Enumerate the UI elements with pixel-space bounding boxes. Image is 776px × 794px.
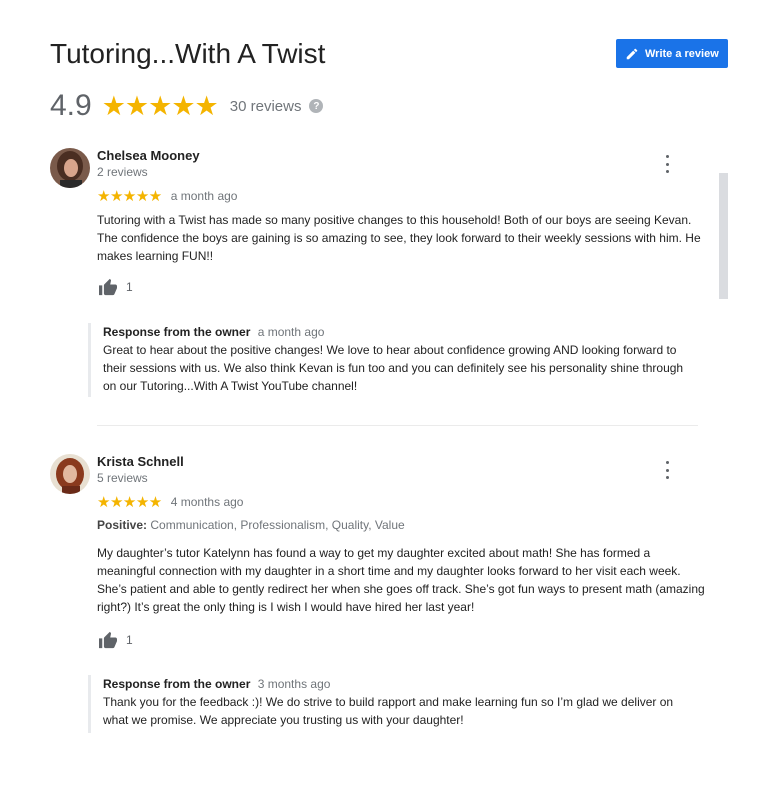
owner-response-date: a month ago — [257, 325, 325, 339]
review-text: Tutoring with a Twist has made so many p… — [97, 213, 701, 263]
reviewer-review-count: 2 reviews — [97, 165, 148, 179]
positive-attributes: Positive: Communication, Professionalism… — [97, 518, 405, 532]
review-stars: ★★★★★ — [97, 188, 162, 205]
avatar[interactable] — [50, 454, 90, 494]
more-options-icon[interactable] — [662, 461, 672, 479]
owner-response: Response from the owner a month ago Grea… — [88, 323, 688, 397]
review-text: My daughter’s tutor Katelynn has found a… — [97, 546, 705, 614]
rating-stars: ★★★★★ — [101, 91, 219, 121]
like-button[interactable]: 1 — [97, 278, 133, 296]
owner-response-text: Thank you for the feedback :)! We do str… — [103, 695, 674, 727]
avatar[interactable] — [50, 148, 90, 188]
review-date: 4 months ago — [170, 495, 244, 509]
business-title: Tutoring...With A Twist — [50, 38, 326, 69]
scrollbar-thumb[interactable] — [719, 173, 728, 299]
rating-summary: 4.9 ★★★★★ 30 reviews ? — [50, 86, 324, 126]
like-count: 1 — [126, 280, 133, 294]
owner-response-title: Response from the owner — [103, 677, 251, 691]
thumbs-up-icon — [99, 278, 117, 296]
reviewer-name[interactable]: Chelsea Mooney — [97, 148, 200, 163]
pencil-icon — [626, 48, 638, 59]
reviewer-review-count: 5 reviews — [97, 471, 148, 485]
review-date: a month ago — [170, 189, 238, 203]
rating-value: 4.9 — [50, 89, 92, 122]
positive-values: Communication, Professionalism, Quality,… — [150, 518, 405, 532]
like-button[interactable]: 1 — [97, 631, 133, 649]
write-review-label: Write a review — [645, 47, 719, 60]
owner-response: Response from the owner 3 months ago Tha… — [88, 675, 688, 733]
review-divider — [97, 425, 698, 426]
thumbs-up-icon — [99, 631, 117, 649]
review-rating: ★★★★★ 4 months ago — [97, 493, 243, 511]
positive-label: Positive: — [97, 518, 148, 532]
write-review-button[interactable]: Write a review — [616, 39, 728, 68]
owner-response-title: Response from the owner — [103, 325, 251, 339]
help-icon[interactable]: ? — [309, 99, 324, 113]
like-count: 1 — [126, 633, 133, 647]
more-options-icon[interactable] — [662, 155, 672, 173]
owner-response-text: Great to hear about the positive changes… — [103, 343, 684, 393]
reviewer-name[interactable]: Krista Schnell — [97, 454, 184, 469]
review-rating: ★★★★★ a month ago — [97, 187, 237, 205]
review-count[interactable]: 30 reviews — [230, 98, 302, 115]
review-stars: ★★★★★ — [97, 494, 162, 511]
owner-response-date: 3 months ago — [257, 677, 331, 691]
